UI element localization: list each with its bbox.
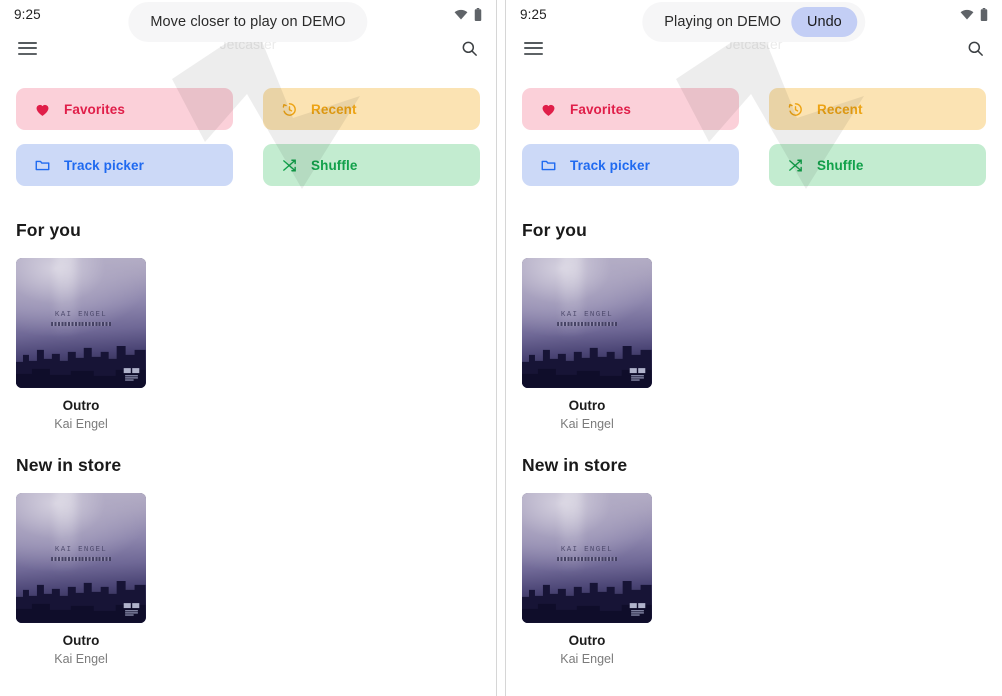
album-card-title: Outro	[62, 633, 100, 648]
section-title: New in store	[16, 455, 122, 475]
section-for-you: For you KAI ENGEL Outro Kai Engel	[16, 220, 480, 431]
hamburger-menu-button[interactable]	[14, 35, 40, 61]
artwork-label-logo	[123, 368, 140, 381]
wifi-icon	[960, 9, 974, 19]
album-card-title: Outro	[62, 398, 100, 413]
album-card-title: Outro	[568, 398, 606, 413]
album-card-artist: Kai Engel	[54, 652, 108, 666]
chip-label: Recent	[817, 101, 863, 117]
status-bar-system-icons	[960, 7, 988, 21]
battery-icon	[980, 7, 988, 21]
status-bar-clock: 9:25	[520, 6, 547, 22]
search-icon	[462, 41, 477, 56]
panel-divider	[496, 0, 506, 696]
hamburger-menu-button[interactable]	[520, 35, 546, 61]
section-new-in-store: New in store KAI ENGEL Outro Kai Engel	[16, 455, 480, 666]
quick-action-chips: Favorites Recent Track picker Shuffle	[522, 88, 986, 186]
toast-undo-button[interactable]: Undo	[791, 7, 858, 37]
artwork-label-logo	[629, 368, 646, 381]
chip-label: Recent	[311, 101, 357, 117]
chip-shuffle[interactable]: Shuffle	[769, 144, 986, 186]
chip-label: Favorites	[570, 101, 631, 117]
section-new-in-store: New in store KAI ENGEL Outro Kai Engel	[522, 455, 986, 666]
artwork-artist-text: KAI ENGEL	[54, 546, 108, 555]
status-bar-clock: 9:25	[14, 6, 41, 22]
history-clock-icon	[788, 102, 802, 116]
artwork-title-block	[557, 321, 617, 326]
chip-track-picker[interactable]: Track picker	[522, 144, 739, 186]
album-card-artist: Kai Engel	[560, 417, 614, 431]
toast-message-left[interactable]: Move closer to play on DEMO	[128, 2, 368, 42]
toast-text: Move closer to play on DEMO	[150, 14, 346, 30]
battery-icon	[474, 7, 482, 21]
chip-favorites[interactable]: Favorites	[16, 88, 233, 130]
section-title: For you	[522, 220, 587, 240]
section-title: New in store	[522, 455, 628, 475]
folder-icon	[35, 160, 50, 170]
search-icon	[968, 41, 983, 56]
album-artwork[interactable]: KAI ENGEL	[16, 493, 146, 623]
search-button[interactable]	[962, 35, 988, 61]
artwork-artist-text: KAI ENGEL	[560, 311, 614, 320]
shuffle-icon	[789, 159, 802, 171]
album-card-title: Outro	[568, 633, 606, 648]
quick-action-chips: Favorites Recent Track picker Shuffle	[16, 88, 480, 186]
toast-message-right[interactable]: Playing on DEMO Undo	[642, 2, 866, 42]
album-artwork[interactable]: KAI ENGEL	[522, 258, 652, 388]
album-card[interactable]: KAI ENGEL Outro Kai Engel	[522, 258, 652, 431]
phone-panel-left: 9:25 Jetcaster Favorites Recent Track pi…	[0, 0, 496, 696]
phone-panel-right: 9:25 Jetcaster Favorites Recent Track pi…	[506, 0, 1002, 696]
chip-label: Favorites	[64, 101, 125, 117]
artwork-title-block	[557, 556, 617, 561]
album-card[interactable]: KAI ENGEL Outro Kai Engel	[16, 258, 146, 431]
album-card-artist: Kai Engel	[560, 652, 614, 666]
heart-icon	[36, 104, 49, 116]
artwork-artist-text: KAI ENGEL	[560, 546, 614, 555]
chip-recent[interactable]: Recent	[263, 88, 480, 130]
shuffle-icon	[283, 159, 296, 171]
artwork-label-logo	[629, 603, 646, 616]
heart-icon	[542, 104, 555, 116]
chip-shuffle[interactable]: Shuffle	[263, 144, 480, 186]
chip-favorites[interactable]: Favorites	[522, 88, 739, 130]
toast-text: Playing on DEMO	[664, 14, 782, 30]
album-card[interactable]: KAI ENGEL Outro Kai Engel	[16, 493, 146, 666]
album-card-artist: Kai Engel	[54, 417, 108, 431]
artwork-title-block	[51, 321, 111, 326]
search-button[interactable]	[456, 35, 482, 61]
chip-label: Shuffle	[311, 157, 358, 173]
artwork-artist-text: KAI ENGEL	[54, 311, 108, 320]
chip-recent[interactable]: Recent	[769, 88, 986, 130]
album-artwork[interactable]: KAI ENGEL	[16, 258, 146, 388]
artwork-title-block	[51, 556, 111, 561]
section-title: For you	[16, 220, 81, 240]
folder-icon	[541, 160, 556, 170]
history-clock-icon	[282, 102, 296, 116]
chip-label: Track picker	[570, 157, 651, 173]
chip-label: Shuffle	[817, 157, 864, 173]
section-for-you: For you KAI ENGEL Outro Kai Engel	[522, 220, 986, 431]
chip-track-picker[interactable]: Track picker	[16, 144, 233, 186]
chip-label: Track picker	[64, 157, 145, 173]
album-card[interactable]: KAI ENGEL Outro Kai Engel	[522, 493, 652, 666]
hamburger-menu-icon	[523, 41, 543, 55]
two-panel-screenshot: 9:25 Jetcaster Favorites Recent Track pi…	[0, 0, 1002, 696]
hamburger-menu-icon	[17, 41, 37, 55]
album-artwork[interactable]: KAI ENGEL	[522, 493, 652, 623]
status-bar-system-icons	[454, 7, 482, 21]
wifi-icon	[454, 9, 468, 19]
artwork-label-logo	[123, 603, 140, 616]
